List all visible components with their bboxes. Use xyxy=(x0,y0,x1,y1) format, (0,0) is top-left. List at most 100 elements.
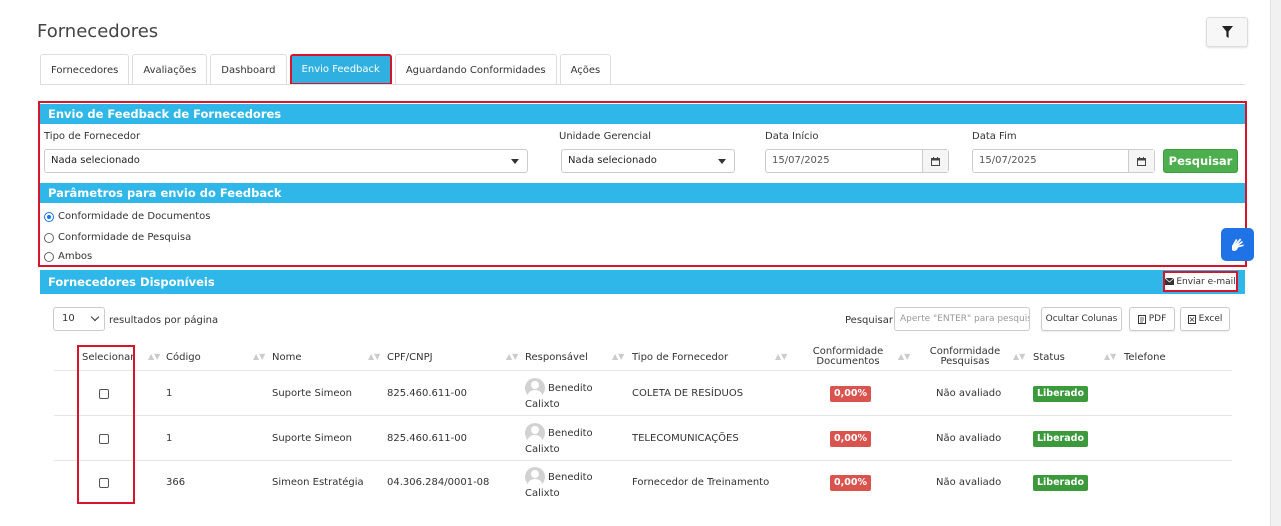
col-tipo-fornecedor[interactable]: Tipo de Fornecedor xyxy=(632,344,728,370)
page: Fornecedores Fornecedores Avaliações Das… xyxy=(0,0,1270,526)
row-nome: Simeon Estratégia xyxy=(272,477,364,488)
pdf-button[interactable]: PDF xyxy=(1129,307,1175,331)
col-conformidade-documentos[interactable]: Conformidade Documentos xyxy=(805,344,891,370)
pdf-label: PDF xyxy=(1148,314,1167,324)
responsavel-last: Calixto xyxy=(525,399,560,410)
row-responsavel: Benedito Calixto xyxy=(525,467,593,501)
excel-button[interactable]: Excel xyxy=(1180,307,1230,331)
tab-fornecedores[interactable]: Fornecedores xyxy=(40,54,130,85)
responsavel-last: Calixto xyxy=(525,488,560,499)
tabs-divider xyxy=(40,84,1245,85)
filter-button[interactable] xyxy=(1206,17,1248,47)
sort-icon[interactable]: ▲▼ xyxy=(368,352,380,361)
row-divider xyxy=(54,460,1232,461)
page-length-select[interactable]: 10 xyxy=(53,307,105,331)
data-fim-value: 15/07/2025 xyxy=(979,155,1037,166)
tipo-fornecedor-select[interactable]: Nada selecionado xyxy=(44,149,528,173)
tab-bar: Fornecedores Avaliações Dashboard Envio … xyxy=(40,54,614,85)
col-telefone[interactable]: Telefone xyxy=(1124,344,1166,370)
radio-icon[interactable] xyxy=(44,251,54,262)
row-cpf: 825.460.611-00 xyxy=(387,388,467,399)
row-codigo: 1 xyxy=(166,388,173,399)
conformidade-doc-badge: 0,00% xyxy=(830,386,871,402)
sort-icon[interactable]: ▲▼ xyxy=(898,352,910,361)
tab-avaliacoes[interactable]: Avaliações xyxy=(132,54,208,85)
row-responsavel: Benedito Calixto xyxy=(525,378,593,412)
radio-conformidade-pesquisa[interactable]: Conformidade de Pesquisa xyxy=(44,232,191,243)
sort-icon[interactable]: ▲▼ xyxy=(1104,352,1116,361)
row-conf-pesquisa: Não avaliado xyxy=(936,388,1002,399)
row-cpf: 04.306.284/0001-08 xyxy=(387,477,490,488)
row-nome: Suporte Simeon xyxy=(272,388,352,399)
row-conf-pesquisa: Não avaliado xyxy=(936,433,1002,444)
radio-selected-icon[interactable] xyxy=(44,211,54,222)
sort-icon[interactable]: ▲▼ xyxy=(253,352,265,361)
radio-icon[interactable] xyxy=(44,232,54,243)
col-cpf-cnpj[interactable]: CPF/CNPJ xyxy=(387,344,433,370)
sort-icon[interactable]: ▲▼ xyxy=(1013,352,1025,361)
sort-icon[interactable]: ▲▼ xyxy=(148,352,160,361)
responsavel-first: Benedito xyxy=(548,383,593,394)
col-responsavel[interactable]: Responsável xyxy=(525,344,588,370)
radio-conformidade-documentos[interactable]: Conformidade de Documentos xyxy=(44,211,211,222)
sign-language-icon xyxy=(1231,238,1244,251)
status-badge: Liberado xyxy=(1033,386,1088,402)
caret-down-icon xyxy=(718,159,726,164)
row-codigo: 1 xyxy=(166,433,173,444)
chevron-down-icon xyxy=(90,312,100,322)
data-fim-label: Data Fim xyxy=(972,131,1017,142)
responsavel-first: Benedito xyxy=(548,472,593,483)
data-inicio-label: Data Início xyxy=(765,131,819,142)
radio-ambos[interactable]: Ambos xyxy=(44,251,92,262)
tab-dashboard[interactable]: Dashboard xyxy=(210,54,287,85)
responsavel-last: Calixto xyxy=(525,444,560,455)
pesquisar-button[interactable]: Pesquisar xyxy=(1163,149,1238,173)
pdf-file-icon xyxy=(1137,314,1146,324)
vertical-scrollbar[interactable] xyxy=(1270,0,1281,526)
sort-icon[interactable]: ▲▼ xyxy=(506,352,518,361)
sort-icon[interactable]: ▲▼ xyxy=(775,352,787,361)
row-tipo: TELECOMUNICAÇÕES xyxy=(632,433,739,444)
hide-columns-button[interactable]: Ocultar Colunas xyxy=(1041,307,1122,331)
calendar-icon[interactable] xyxy=(1128,150,1154,172)
row-codigo: 366 xyxy=(166,477,186,488)
table-header-divider xyxy=(54,370,1232,371)
conformidade-doc-badge: 0,00% xyxy=(830,431,871,447)
avatar xyxy=(525,423,545,443)
caret-down-icon xyxy=(511,159,519,164)
accessibility-button[interactable] xyxy=(1221,228,1254,261)
envelope-icon xyxy=(1165,278,1175,285)
data-inicio-value: 15/07/2025 xyxy=(772,155,830,166)
tipo-fornecedor-value: Nada selecionado xyxy=(51,155,140,166)
tipo-fornecedor-label: Tipo de Fornecedor xyxy=(44,131,141,142)
col-nome[interactable]: Nome xyxy=(272,344,302,370)
sort-icon[interactable]: ▲▼ xyxy=(612,352,624,361)
search-input[interactable]: Aperte "ENTER" para pesquisar xyxy=(894,307,1030,331)
selection-column-highlight xyxy=(77,345,135,504)
search-label: Pesquisar xyxy=(845,315,893,326)
row-responsavel: Benedito Calixto xyxy=(525,423,593,457)
col-status[interactable]: Status xyxy=(1033,344,1065,370)
col-codigo[interactable]: Código xyxy=(166,344,201,370)
radio-label: Ambos xyxy=(58,251,93,262)
calendar-icon[interactable] xyxy=(922,150,948,172)
row-tipo: Fornecedor de Treinamento xyxy=(632,477,770,488)
tab-acoes[interactable]: Ações xyxy=(559,54,612,85)
row-divider xyxy=(54,415,1232,416)
send-email-button[interactable]: Enviar e-mail xyxy=(1163,271,1238,292)
page-length-suffix: resultados por página xyxy=(109,315,219,326)
row-conf-pesquisa: Não avaliado xyxy=(936,477,1002,488)
avatar xyxy=(525,467,545,487)
data-fim-input[interactable]: 15/07/2025 xyxy=(972,149,1155,173)
avatar xyxy=(525,378,545,398)
excel-file-icon xyxy=(1187,314,1196,324)
feedback-panel: Envio de Feedback de Fornecedores Tipo d… xyxy=(38,101,1247,267)
data-inicio-input[interactable]: 15/07/2025 xyxy=(765,149,949,173)
conformidade-doc-badge: 0,00% xyxy=(830,475,871,491)
row-cpf: 825.460.611-00 xyxy=(387,433,467,444)
tab-aguardando-conformidades[interactable]: Aguardando Conformidades xyxy=(394,54,557,85)
list-header: Fornecedores Disponíveis xyxy=(40,270,1245,294)
col-conformidade-pesquisas[interactable]: Conformidade Pesquisas xyxy=(922,344,1008,370)
unidade-gerencial-select[interactable]: Nada selecionado xyxy=(561,149,735,173)
tab-envio-feedback[interactable]: Envio Feedback xyxy=(289,54,392,85)
